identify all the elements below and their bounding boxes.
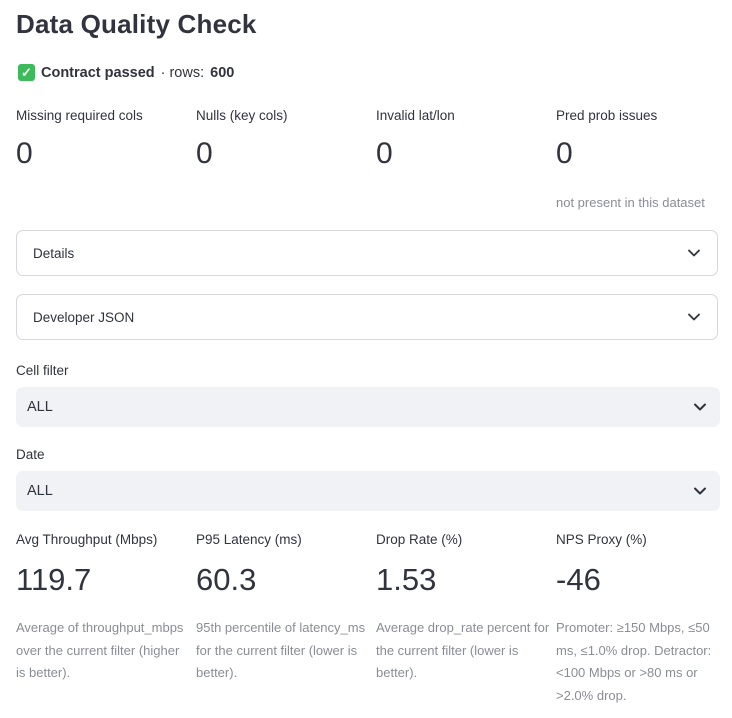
metric-label: Nulls (key cols) [196,108,288,123]
kpi-label: P95 Latency (ms) [196,532,302,547]
metric-help: not present in this dataset [556,195,705,210]
metric-missing-required-cols: Missing required cols 0 [16,107,196,215]
kpi-help: Average of throughput_mbps over the curr… [16,620,184,680]
quality-metrics: Missing required cols 0 Nulls (key cols)… [16,107,720,215]
kpi-value: -46 [556,562,601,597]
details-expander[interactable]: Details [16,230,718,276]
cell-filter-label: Cell filter [16,363,69,378]
chevron-down-icon [692,483,708,499]
kpi-label: Drop Rate (%) [376,532,463,547]
developer-json-expander[interactable]: Developer JSON [16,294,718,340]
kpi-value: 119.7 [16,562,92,597]
chevron-down-icon [687,310,701,324]
contract-passed-text: Contract passed [41,64,155,81]
contract-status: ✓ Contract passed · rows: 600 [18,64,234,81]
kpi-nps-proxy: NPS Proxy (%) -46 Promoter: ≥150 Mbps, ≤… [556,531,720,707]
kpi-metrics: Avg Throughput (Mbps) 119.7 Average of t… [16,531,720,707]
date-filter-label: Date [16,447,45,462]
check-mark-icon: ✓ [18,64,35,81]
chevron-down-icon [687,246,701,260]
page-title: Data Quality Check [16,9,257,39]
metric-value: 0 [16,137,33,170]
kpi-avg-throughput: Avg Throughput (Mbps) 119.7 Average of t… [16,531,196,707]
cell-filter-value: ALL [27,399,53,415]
metric-invalid-lat-lon: Invalid lat/lon 0 [376,107,556,215]
kpi-value: 1.53 [376,562,437,597]
chevron-down-icon [692,399,708,415]
metric-label: Pred prob issues [556,108,658,123]
cell-filter-select[interactable]: ALL [16,387,720,427]
expander-label: Details [33,245,75,261]
date-filter-value: ALL [27,483,53,499]
kpi-label: Avg Throughput (Mbps) [16,532,158,547]
kpi-help: Promoter: ≥150 Mbps, ≤50 ms, ≤1.0% drop.… [556,620,712,703]
kpi-label: NPS Proxy (%) [556,532,647,547]
kpi-value: 60.3 [196,562,257,597]
rows-count: 600 [210,64,235,81]
kpi-p95-latency: P95 Latency (ms) 60.3 95th percentile of… [196,531,376,707]
rows-separator: · rows: [160,64,205,81]
kpi-help: 95th percentile of latency_ms for the cu… [196,620,366,680]
metric-pred-prob-issues: Pred prob issues 0 not present in this d… [556,107,720,215]
metric-value: 0 [376,137,393,170]
kpi-help: Average drop_rate percent for the curren… [376,620,550,680]
metric-label: Missing required cols [16,108,143,123]
metric-value: 0 [196,137,213,170]
metric-label: Invalid lat/lon [376,108,455,123]
metric-value: 0 [556,137,573,170]
kpi-drop-rate: Drop Rate (%) 1.53 Average drop_rate per… [376,531,556,707]
date-filter-select[interactable]: ALL [16,471,720,511]
metric-nulls-key-cols: Nulls (key cols) 0 [196,107,376,215]
data-quality-page: Data Quality Check ✓ Contract passed · r… [0,0,732,718]
expander-label: Developer JSON [33,309,135,325]
